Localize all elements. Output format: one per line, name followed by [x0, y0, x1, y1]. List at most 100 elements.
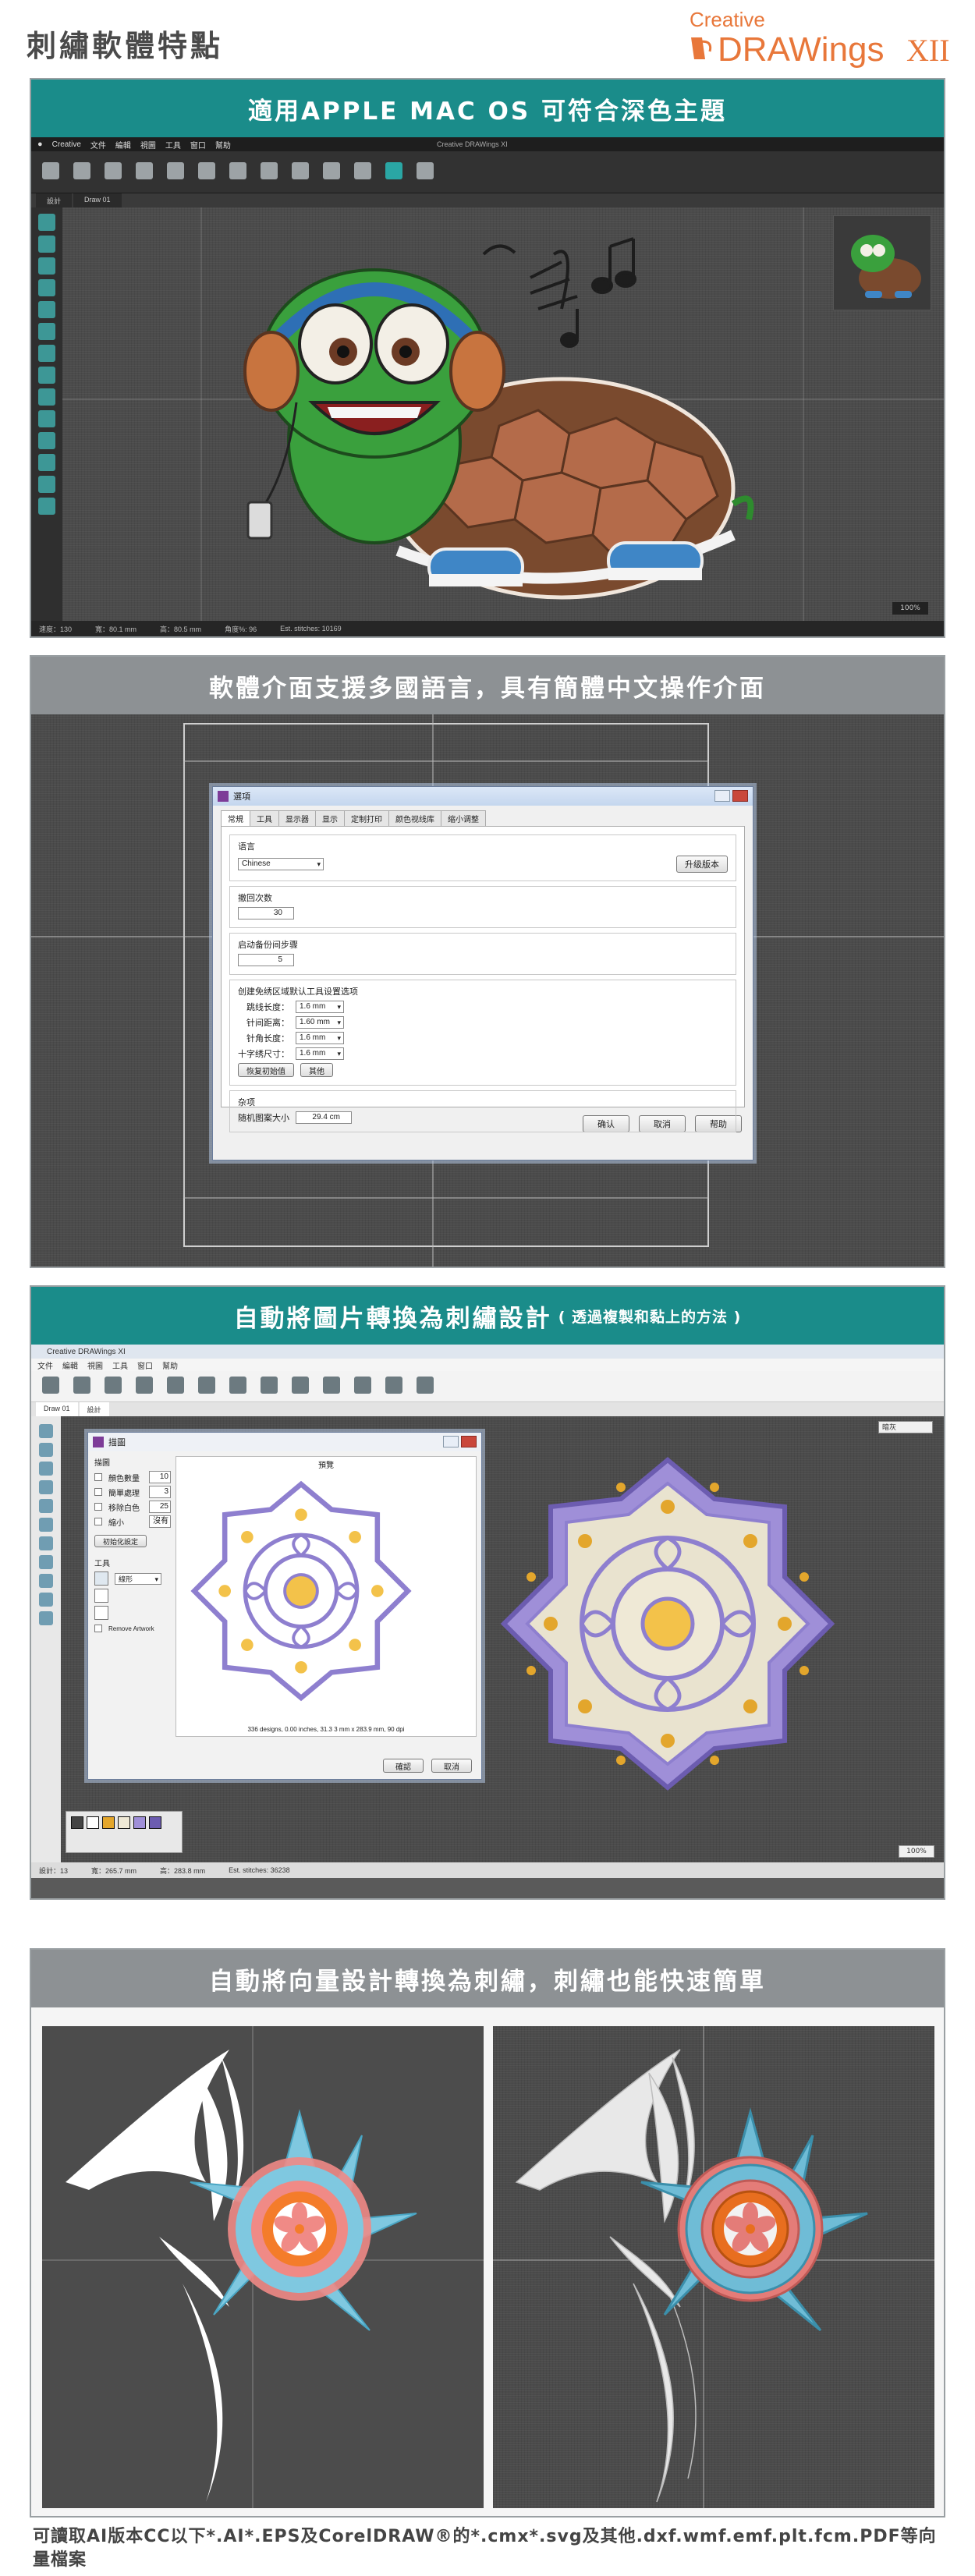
color-count-input[interactable]: 10	[149, 1471, 171, 1483]
undo-button[interactable]	[193, 155, 220, 190]
close-icon[interactable]	[461, 1436, 477, 1447]
menu-item[interactable]: Creative	[52, 140, 81, 149]
appliqué-tool-icon[interactable]	[38, 454, 55, 471]
tab-print[interactable]: 定制打印	[344, 810, 389, 826]
open-button[interactable]	[69, 1369, 95, 1404]
tab-tools[interactable]: 工具	[250, 810, 279, 826]
remove-white-checkbox[interactable]	[94, 1503, 102, 1511]
export-button[interactable]	[131, 155, 158, 190]
tab-monitor[interactable]: 显示器	[278, 810, 316, 826]
save-button[interactable]	[100, 1369, 126, 1404]
design-canvas[interactable]: 100%	[62, 207, 944, 636]
remove-white-input[interactable]: 25	[149, 1501, 171, 1513]
shape-tool-icon[interactable]	[38, 236, 55, 253]
shrink-checkbox[interactable]	[94, 1518, 102, 1525]
color-swatch[interactable]	[102, 1816, 115, 1829]
color-count-checkbox[interactable]	[94, 1473, 102, 1481]
redo-button[interactable]	[193, 1369, 220, 1404]
satin-tool-icon[interactable]	[39, 1536, 53, 1550]
remove-artwork-checkbox[interactable]	[94, 1625, 102, 1632]
language-select[interactable]: Chinese	[238, 858, 324, 870]
realistic-view-button[interactable]	[381, 1369, 407, 1404]
paste-button[interactable]	[287, 1369, 314, 1404]
stitch-tool-icon[interactable]	[38, 367, 55, 384]
upgrade-button[interactable]: 升级版本	[676, 856, 728, 873]
tab-design[interactable]: 設計	[36, 193, 73, 207]
open-button[interactable]	[69, 155, 95, 190]
reset-settings-button[interactable]: 初始化設定	[94, 1535, 147, 1547]
satin-tool-icon[interactable]	[38, 345, 55, 362]
zoom-level[interactable]: 100%	[899, 1845, 934, 1858]
menu-item[interactable]: 視圖	[140, 139, 156, 151]
tab-draw[interactable]: Draw 01	[73, 193, 122, 207]
apple-icon[interactable]: ●	[37, 140, 43, 149]
autosave-input[interactable]: 5	[238, 954, 294, 966]
simplify-checkbox[interactable]	[94, 1488, 102, 1496]
color-swatch[interactable]	[149, 1816, 161, 1829]
circle-tool-icon[interactable]	[38, 388, 55, 406]
stitch-spacing-select[interactable]: 1.60 mm	[296, 1016, 344, 1029]
text-tool-icon[interactable]	[38, 410, 55, 427]
fabric-dropdown[interactable]: 暗灰	[878, 1421, 933, 1433]
cancel-button[interactable]: 取消	[431, 1759, 472, 1773]
fabric-button[interactable]	[349, 1369, 376, 1404]
shape-tool-icon[interactable]	[39, 1443, 53, 1457]
select-tool-icon[interactable]	[39, 1424, 53, 1438]
color-swatch[interactable]	[118, 1816, 130, 1829]
stitch-length-select[interactable]: 1.6 mm	[296, 1032, 344, 1044]
hoop-button[interactable]	[256, 155, 282, 190]
color-swatch[interactable]	[87, 1816, 99, 1829]
picture-icon[interactable]	[94, 1606, 108, 1620]
tab-shrink[interactable]: 缩小调整	[441, 810, 486, 826]
color-swatch[interactable]	[71, 1816, 83, 1829]
zoom-tool-icon[interactable]	[38, 279, 55, 296]
close-icon[interactable]	[732, 790, 748, 802]
shrink-input[interactable]: 沒有	[149, 1515, 171, 1528]
cross-stitch-select[interactable]: 1.6 mm	[296, 1047, 344, 1060]
pen-tool-icon[interactable]	[38, 257, 55, 275]
ok-button[interactable]: 確認	[383, 1759, 424, 1773]
reset-defaults-button[interactable]: 恢复初始值	[238, 1063, 294, 1077]
menu-item[interactable]: 文件	[90, 139, 106, 151]
fabric-button[interactable]	[318, 155, 345, 190]
line-tool-icon[interactable]	[38, 323, 55, 340]
zoom-tool-icon[interactable]	[39, 1480, 53, 1494]
hoop-size-input[interactable]: 29.4 cm	[296, 1111, 352, 1124]
tab-general[interactable]: 常規	[221, 810, 250, 826]
picture-tool-icon[interactable]	[39, 1611, 53, 1625]
menu-item[interactable]: 窗口	[190, 139, 206, 151]
stitch-player-button[interactable]	[349, 155, 376, 190]
text-tool-icon[interactable]	[39, 1574, 53, 1588]
export-button[interactable]	[131, 1369, 158, 1404]
fill-tool-icon[interactable]	[38, 301, 55, 318]
realistic-view-button[interactable]	[381, 155, 407, 190]
tool-select[interactable]: 線形	[115, 1572, 161, 1585]
menu-item[interactable]: 幫助	[215, 139, 231, 151]
crop-icon[interactable]	[94, 1589, 108, 1603]
simplify-input[interactable]: 3	[149, 1486, 171, 1498]
copy-button[interactable]	[256, 1369, 282, 1404]
tab-design[interactable]: 設計	[79, 1402, 109, 1416]
fill-tool-icon[interactable]	[39, 1499, 53, 1513]
zoom-level[interactable]: 100%	[892, 602, 928, 615]
print-button[interactable]	[162, 155, 189, 190]
design-canvas[interactable]: 暗灰 描圖 描圖 顏色數量 10 簡單處理 3 移除白色 25 縮小 沒有 初始…	[61, 1416, 944, 1862]
menu-item[interactable]: 工具	[165, 139, 181, 151]
motif-tool-icon[interactable]	[38, 476, 55, 493]
undo-button[interactable]	[162, 1369, 189, 1404]
minimize-icon[interactable]	[443, 1436, 459, 1447]
help-icon[interactable]	[714, 790, 730, 802]
cut-button[interactable]	[225, 1369, 251, 1404]
line-tool-icon[interactable]	[39, 1518, 53, 1532]
select-tool-icon[interactable]	[38, 214, 55, 231]
grid-button[interactable]	[287, 155, 314, 190]
tab-thread[interactable]: 颜色视线库	[388, 810, 441, 826]
pen-tool-icon[interactable]	[39, 1462, 53, 1476]
stitch-tool-icon[interactable]	[39, 1555, 53, 1569]
help-button[interactable]	[412, 155, 438, 190]
magnifier-icon[interactable]	[94, 1571, 108, 1586]
new-button[interactable]	[37, 1369, 64, 1404]
hoop-button[interactable]	[318, 1369, 345, 1404]
save-button[interactable]	[100, 155, 126, 190]
new-design-button[interactable]	[37, 155, 64, 190]
